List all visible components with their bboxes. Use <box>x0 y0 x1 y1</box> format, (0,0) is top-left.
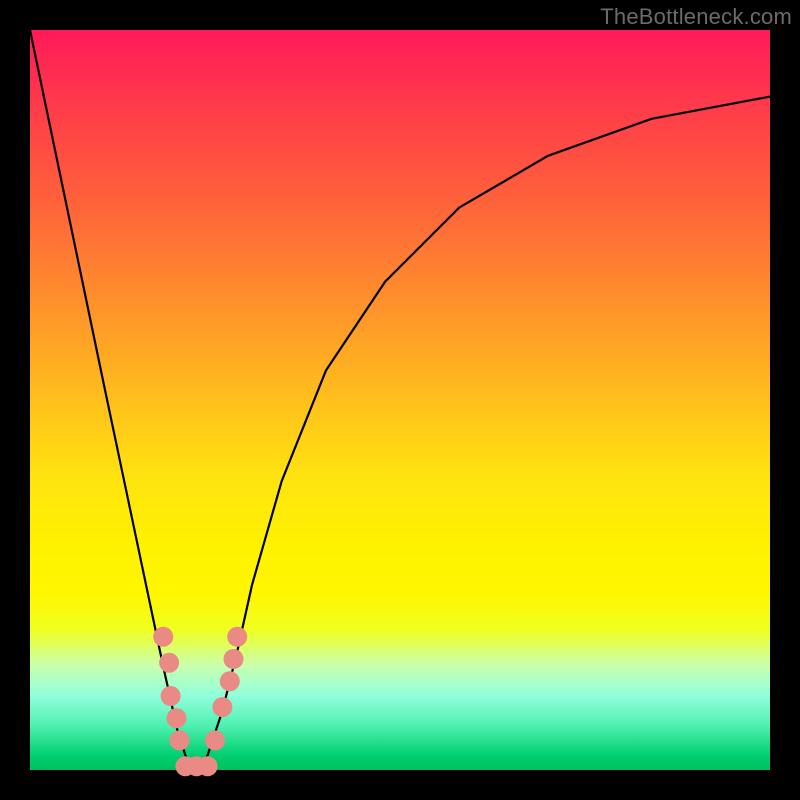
marker-dot <box>153 627 173 647</box>
marker-dot <box>170 730 190 750</box>
marker-dot <box>224 649 244 669</box>
plot-svg <box>30 30 770 770</box>
marker-dot <box>159 653 179 673</box>
marker-dot <box>212 697 232 717</box>
chart-frame: TheBottleneck.com <box>0 0 800 800</box>
marker-dot <box>220 671 240 691</box>
marker-dot <box>227 627 247 647</box>
bottleneck-curve <box>30 30 770 770</box>
plot-area <box>30 30 770 770</box>
marker-dot <box>167 708 187 728</box>
marker-dots <box>153 627 247 777</box>
watermark-text: TheBottleneck.com <box>600 4 792 30</box>
marker-dot <box>161 686 181 706</box>
marker-dot <box>205 730 225 750</box>
marker-dot <box>198 756 218 776</box>
